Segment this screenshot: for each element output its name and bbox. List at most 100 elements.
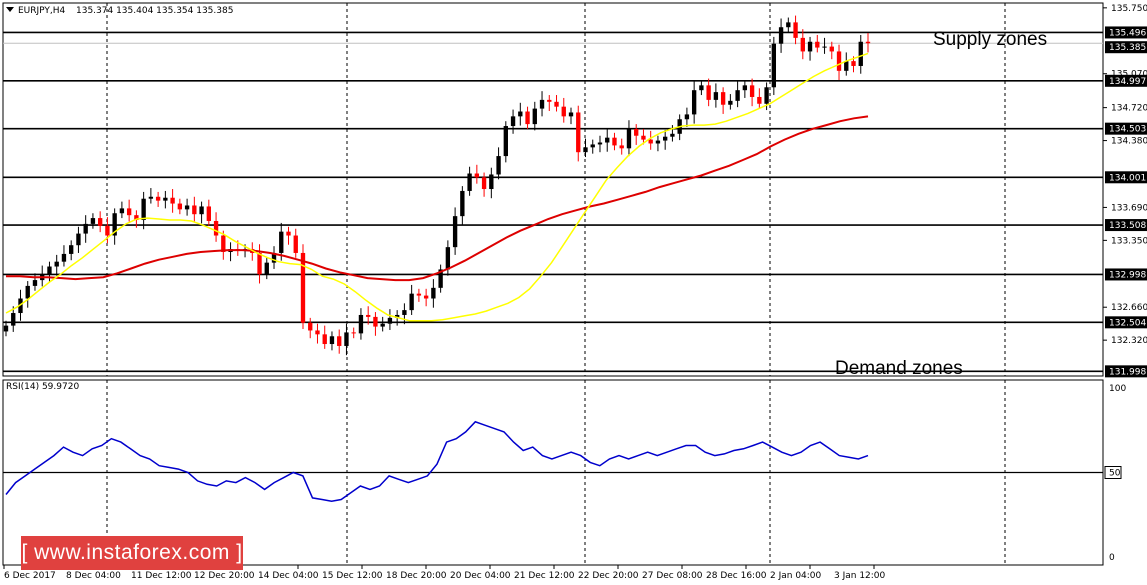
candle-body: [778, 27, 784, 44]
candle-body: [510, 116, 516, 127]
candle-body: [807, 41, 813, 52]
candle-body: [460, 190, 465, 217]
candle-body: [105, 225, 110, 236]
candle-body: [257, 252, 262, 275]
candle-body: [728, 100, 733, 105]
candle-body: [358, 314, 364, 334]
candle-body: [554, 101, 559, 107]
candle-body: [663, 136, 668, 141]
candle-body: [32, 280, 38, 286]
price-tick-label: 133.350: [1111, 236, 1147, 246]
chart: 135.750135.070134.720134.380133.690133.3…: [2, 2, 1147, 581]
price-tick-label: 134.720: [1111, 104, 1147, 114]
candle-body: [503, 126, 508, 157]
instaforex-watermark: [ www.instaforex.com ]: [21, 536, 243, 570]
candle-body: [402, 310, 407, 315]
ohlc-label: 135.374 135.404 135.354 135.385: [76, 6, 233, 16]
candle-body: [815, 41, 820, 48]
candle-body: [648, 139, 653, 144]
candle-body: [293, 235, 298, 253]
candle-body: [619, 145, 624, 149]
candle-body: [206, 206, 211, 221]
candle-body: [431, 287, 436, 299]
candle-body: [47, 266, 52, 275]
candle-body: [366, 314, 371, 317]
ma-slow-line: [6, 115, 869, 282]
candle-body: [184, 205, 190, 210]
supply-zones-label: Supply zones: [933, 29, 1047, 50]
candle-body: [213, 220, 219, 236]
candle-body: [119, 208, 125, 214]
candle-body: [387, 317, 393, 324]
candle-body: [315, 330, 320, 335]
candle-body: [452, 216, 458, 248]
rsi-label: RSI(14) 59.9720: [6, 382, 79, 392]
candle-body: [264, 262, 269, 275]
candle-body: [612, 137, 617, 146]
time-tick-label: 27 Dec 08:00: [642, 571, 703, 581]
time-tick-label: 2 Jan 04:00: [770, 571, 822, 581]
candle-body: [735, 90, 740, 101]
current-price-tag-label: 135.385: [1109, 43, 1146, 53]
candle-body: [163, 197, 168, 201]
candle-body: [547, 99, 552, 102]
price-tick-label: 134.380: [1111, 137, 1147, 147]
level-price-tag-label: 134.001: [1109, 173, 1146, 183]
candle-body: [155, 196, 161, 201]
candle-body: [764, 87, 769, 104]
price-tick-label: 132.320: [1111, 336, 1147, 346]
candle-body: [858, 41, 863, 66]
candle-body: [3, 325, 9, 332]
candle-body: [655, 140, 661, 144]
time-tick-label: 12 Dec 20:00: [194, 571, 255, 581]
level-price-tag-label: 132.504: [1109, 318, 1146, 328]
dropdown-triangle-icon[interactable]: [6, 7, 14, 12]
candles: [3, 15, 871, 356]
candle-body: [670, 133, 675, 137]
candle-body: [192, 205, 197, 215]
candle-body: [300, 252, 306, 323]
candle-body: [11, 313, 16, 326]
candle-body: [576, 112, 581, 153]
candle-body: [583, 147, 588, 153]
candle-body: [865, 41, 871, 44]
candle-body: [539, 99, 545, 109]
candle-body: [786, 22, 791, 28]
candle-body: [496, 156, 501, 175]
candle-body: [699, 85, 704, 91]
candle-body: [822, 46, 827, 48]
candle-body: [467, 173, 472, 191]
candle-body: [836, 51, 842, 71]
candle-body: [69, 245, 74, 254]
candle-body: [83, 223, 88, 234]
candle-body: [141, 198, 146, 221]
candle-body: [851, 61, 856, 66]
time-tick-label: 18 Dec 20:00: [386, 571, 447, 581]
vertical-grid: [106, 3, 1006, 565]
candle-body: [561, 106, 566, 117]
time-tick-label: 14 Dec 04:00: [258, 571, 319, 581]
candle-body: [793, 22, 798, 38]
candle-body: [641, 135, 646, 140]
price-levels: [3, 31, 1103, 373]
candle-body: [749, 85, 755, 97]
candle-body: [170, 197, 175, 204]
candle-body: [279, 231, 284, 253]
candle-body: [148, 196, 154, 199]
rsi-tick-label: 100: [1109, 384, 1126, 394]
time-tick-label: 22 Dec 20:00: [578, 571, 639, 581]
time-tick-label: 20 Dec 04:00: [450, 571, 511, 581]
candle-body: [308, 322, 313, 331]
rsi-axis: 100 50 0: [1104, 384, 1126, 563]
candle-body: [590, 144, 595, 148]
candle-body: [177, 203, 183, 210]
chart-frame: [2, 2, 1104, 566]
time-tick-label: 6 Dec 2017: [4, 571, 56, 581]
candle-body: [445, 247, 451, 270]
candle-body: [605, 137, 610, 143]
candle-body: [489, 174, 494, 190]
candle-body: [380, 323, 385, 327]
rsi-panel: [3, 420, 1103, 502]
candle-body: [54, 261, 59, 267]
candle-body: [518, 111, 523, 117]
